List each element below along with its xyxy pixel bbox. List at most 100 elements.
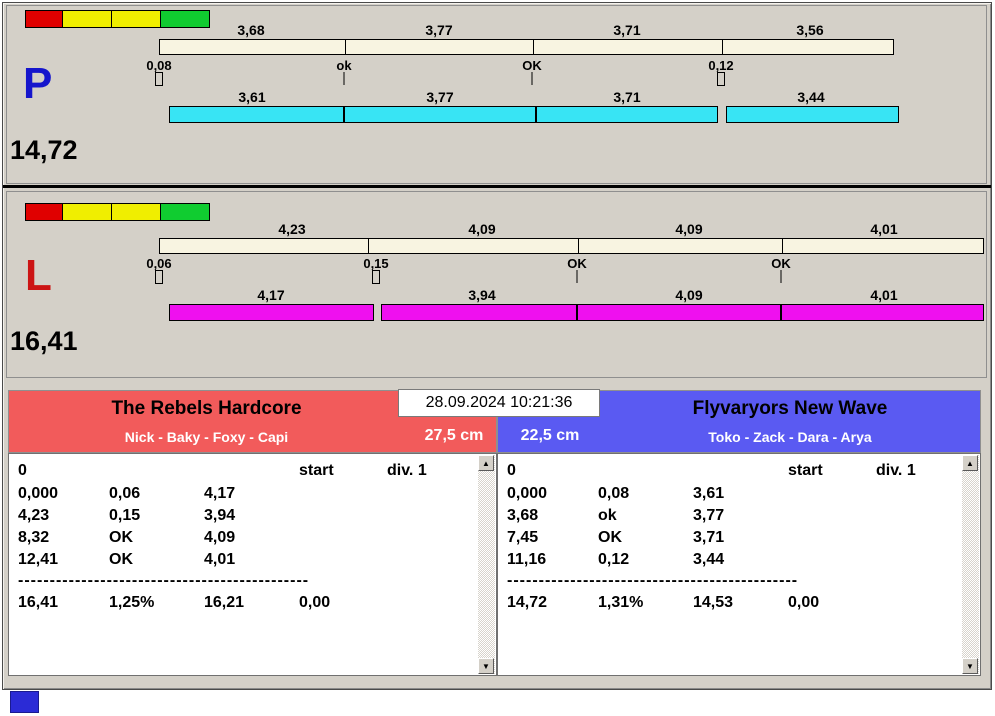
scrollbar[interactable]: ▲ ▼ (962, 455, 979, 674)
separator-row: ----------------------------------------… (498, 572, 798, 593)
lane-letter: P (23, 59, 53, 108)
cell: 0,000 (18, 485, 59, 502)
cell: 3,77 (693, 507, 725, 524)
cell: 14,53 (693, 594, 734, 611)
indicator-segment-red (25, 203, 63, 221)
cell: 7,45 (507, 529, 539, 546)
table-row: 8,32 OK 4,09 (9, 529, 476, 550)
ruler-value: 4,23 (278, 221, 306, 237)
cell: OK (109, 551, 133, 568)
cell: ok (598, 507, 617, 524)
indicator-segment-yellow (62, 10, 112, 28)
cell: start (788, 462, 823, 479)
tick-marker-line (531, 72, 533, 85)
separator-line: ----------------------------------------… (18, 572, 309, 589)
ruler-bar (159, 39, 894, 55)
bar-value: 3,61 (238, 89, 266, 105)
cell: 0 (507, 462, 516, 479)
ruler-value: 4,09 (468, 221, 496, 237)
cell: 0,15 (109, 507, 141, 524)
lane-total: 16,41 (10, 326, 78, 356)
cell: div. 1 (876, 462, 916, 479)
tick-label: 0,08 (146, 58, 172, 73)
team-players-left: Nick - Baky - Foxy - Capi (124, 429, 289, 445)
cell: 3,61 (693, 485, 725, 502)
table-row: 12,41 OK 4,01 (9, 551, 476, 572)
cell: 0,00 (788, 594, 820, 611)
cell: 0,08 (598, 485, 630, 502)
app-window: P 3,68 3,77 3,71 3,56 0,08 ok OK 0,12 3,… (2, 2, 992, 690)
scrollbar[interactable]: ▲ ▼ (478, 455, 495, 674)
cell: OK (109, 529, 133, 546)
scroll-down-button[interactable]: ▼ (478, 658, 494, 674)
cell: 4,01 (204, 551, 236, 568)
cell: 4,23 (18, 507, 50, 524)
tick-marker-line (780, 270, 782, 283)
window-corner-blue (10, 691, 39, 713)
tick-marker-line (576, 270, 578, 283)
scroll-up-button[interactable]: ▲ (962, 455, 978, 471)
tick-label: OK (522, 58, 542, 73)
tick-marker-box (372, 270, 380, 284)
bar-value: 3,71 (613, 89, 641, 105)
indicator-segment-yellow (62, 203, 112, 221)
cell: 16,41 (18, 594, 59, 611)
down-arrow-icon: ▼ (966, 661, 974, 671)
cell: 3,71 (693, 529, 725, 546)
separator-row: ----------------------------------------… (9, 572, 309, 593)
bar-value: 3,94 (468, 287, 496, 303)
cell: 3,94 (204, 507, 236, 524)
bar-value: 4,17 (257, 287, 285, 303)
table-row: 11,16 0,12 3,44 (498, 551, 960, 572)
cell: 0,00 (299, 594, 331, 611)
measure-bar-gap (374, 304, 381, 321)
cell: 0,000 (507, 485, 548, 502)
scroll-down-button[interactable]: ▼ (962, 658, 978, 674)
cell: 11,16 (507, 551, 547, 568)
cell: 3,68 (507, 507, 539, 524)
indicator-segment-yellow (111, 203, 161, 221)
lane-divider (3, 185, 991, 188)
cell: 14,72 (507, 594, 548, 611)
table-header-row: 0 start div. 1 (498, 462, 960, 483)
ruler-divider (782, 239, 783, 253)
ruler-value: 3,71 (613, 22, 641, 38)
table-row: 3,68 ok 3,77 (498, 507, 960, 528)
scroll-up-button[interactable]: ▲ (478, 455, 494, 471)
indicator-segment-yellow (111, 10, 161, 28)
measure-bar-segment (169, 304, 374, 321)
ruler-value: 4,09 (675, 221, 703, 237)
measure-bar-segment (344, 106, 536, 123)
up-arrow-icon: ▲ (966, 458, 974, 468)
ruler-divider (345, 40, 346, 54)
separator-line: ----------------------------------------… (507, 572, 798, 589)
table-row: 0,000 0,06 4,17 (9, 485, 476, 506)
cell: 4,17 (204, 485, 236, 502)
measure-bar (169, 304, 984, 321)
team-name-right: Flyvaryors New Wave (692, 398, 888, 419)
cell: 16,21 (204, 594, 245, 611)
bar-value: 3,44 (797, 89, 825, 105)
ruler-value: 3,56 (796, 22, 824, 38)
tick-marker-box (155, 270, 163, 284)
measure-bar (169, 106, 899, 123)
ruler-divider (368, 239, 369, 253)
ruler-bar (159, 238, 984, 254)
lane-P: P 3,68 3,77 3,71 3,56 0,08 ok OK 0,12 3,… (6, 5, 987, 184)
ruler-value: 3,77 (425, 22, 453, 38)
ruler-divider (533, 40, 534, 54)
totals-row: 14,72 1,31% 14,53 0,00 (498, 594, 960, 615)
lane-total: 14,72 (10, 135, 78, 165)
team-players-right: Toko - Zack - Dara - Arya (708, 429, 872, 445)
measure-bar-segment (726, 106, 899, 123)
distance-left: 27,5 cm (424, 427, 484, 444)
tick-marker-line (343, 72, 345, 85)
measure-bar-segment (381, 304, 577, 321)
measure-bar-gap (718, 106, 726, 123)
indicator-segment-green (160, 203, 210, 221)
lane-letter: L (25, 251, 52, 300)
cell: 0 (18, 462, 27, 479)
cell: 12,41 (18, 551, 59, 568)
distance-right: 22,5 cm (520, 427, 580, 444)
table-row: 7,45 OK 3,71 (498, 529, 960, 550)
